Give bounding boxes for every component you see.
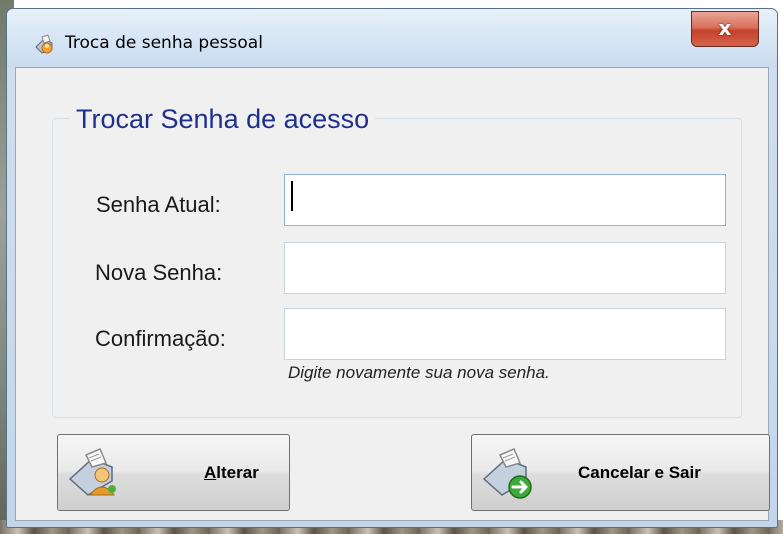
cancel-exit-button-label: Cancelar e Sair [578, 463, 701, 482]
close-icon: x [718, 16, 732, 40]
new-password-label: Nova Senha: [95, 260, 223, 285]
alter-button[interactable]: Alterar [57, 434, 290, 511]
window-title: Troca de senha pessoal [65, 33, 263, 53]
new-password-input[interactable] [284, 242, 726, 294]
alter-button-label: Alterar [204, 463, 259, 482]
dialog-client-area: Trocar Senha de acesso Senha Atual: Nova… [15, 67, 770, 521]
close-button[interactable]: x [691, 11, 759, 47]
group-title: Trocar Senha de acesso [70, 104, 376, 135]
cancel-exit-button[interactable]: Cancelar e Sair [471, 434, 770, 511]
text-caret [291, 181, 293, 211]
exit-icon [480, 445, 540, 503]
title-bar[interactable]: Troca de senha pessoal x [7, 9, 777, 67]
current-password-input[interactable] [284, 174, 726, 226]
confirmation-input[interactable] [284, 308, 726, 360]
app-icon [33, 33, 55, 55]
confirmation-label: Confirmação: [95, 326, 226, 351]
confirmation-hint: Digite novamente sua nova senha. [288, 363, 550, 382]
dialog-window: Troca de senha pessoal x Trocar Senha de… [6, 8, 778, 528]
alter-user-icon [66, 445, 126, 503]
current-password-label: Senha Atual: [96, 192, 221, 217]
